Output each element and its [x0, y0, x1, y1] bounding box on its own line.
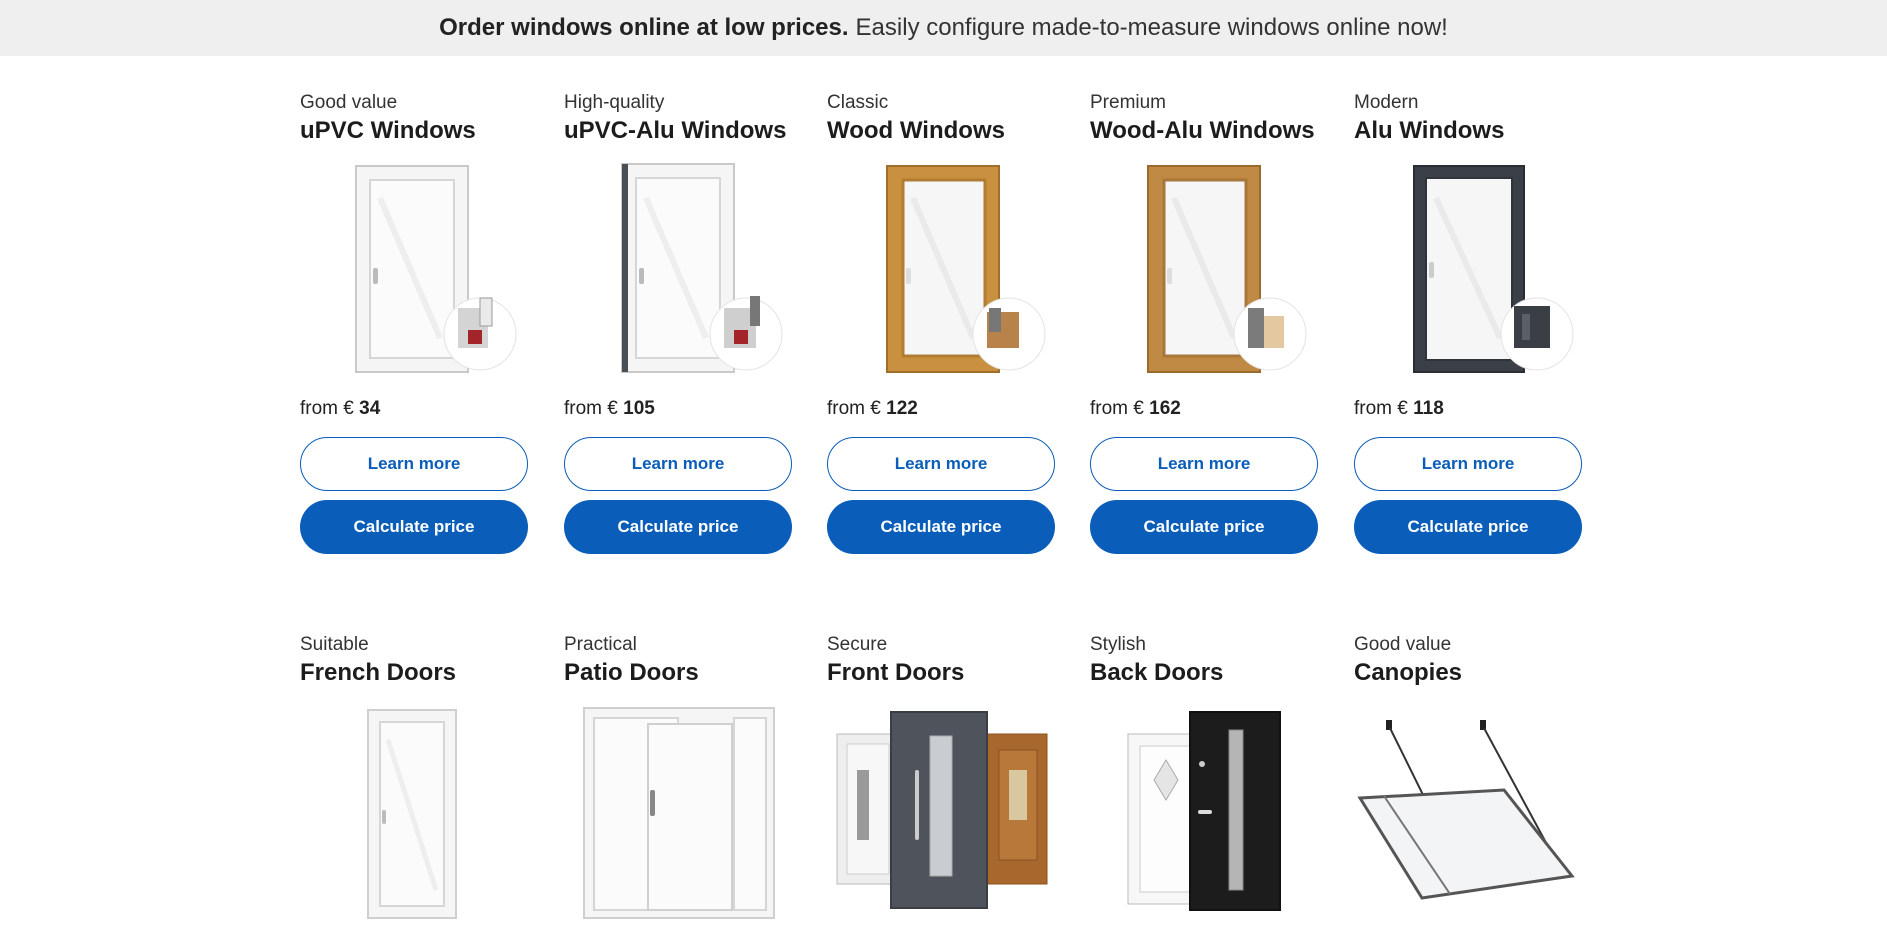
product-price: from € 105 — [564, 398, 655, 419]
calculate-price-button[interactable]: Calculate price — [827, 500, 1055, 554]
patio-door-image[interactable] — [564, 700, 792, 920]
product-subtitle: Classic — [827, 92, 889, 113]
product-card-upvc-windows: Good value uPVC Windows from € 34 Learn … — [300, 92, 528, 554]
canopy-image[interactable] — [1354, 700, 1582, 920]
product-card-patio-doors: Practical Patio Doors — [564, 634, 792, 919]
product-title[interactable]: Back Doors — [1090, 658, 1318, 688]
product-subtitle: Stylish — [1090, 634, 1146, 655]
product-card-french-doors: Suitable French Doors — [300, 634, 528, 919]
product-card-upvc-alu-windows: High-quality uPVC-Alu Windows from € 105… — [564, 92, 792, 554]
upvc-alu-window-image[interactable] — [564, 158, 792, 378]
product-price: from € 122 — [827, 398, 918, 419]
product-title[interactable]: Wood Windows — [827, 116, 1055, 146]
product-subtitle: Practical — [564, 634, 637, 655]
product-price: from € 162 — [1090, 398, 1181, 419]
product-title[interactable]: uPVC Windows — [300, 116, 528, 146]
promo-banner: Order windows online at low prices. Easi… — [0, 0, 1887, 56]
learn-more-button[interactable]: Learn more — [564, 437, 792, 491]
product-subtitle: High-quality — [564, 92, 665, 113]
calculate-price-button[interactable]: Calculate price — [300, 500, 528, 554]
product-title[interactable]: uPVC-Alu Windows — [564, 116, 792, 146]
product-title[interactable]: Wood-Alu Windows — [1090, 116, 1318, 146]
product-title[interactable]: Canopies — [1354, 658, 1582, 688]
product-subtitle: Good value — [1354, 634, 1452, 655]
learn-more-button[interactable]: Learn more — [827, 437, 1055, 491]
product-price: from € 34 — [300, 398, 381, 419]
learn-more-button[interactable]: Learn more — [1090, 437, 1318, 491]
product-subtitle: Good value — [300, 92, 398, 113]
product-subtitle: Modern — [1354, 92, 1419, 113]
wood-window-image[interactable] — [827, 158, 1055, 378]
back-door-image[interactable] — [1090, 700, 1318, 920]
calculate-price-button[interactable]: Calculate price — [1090, 500, 1318, 554]
promo-banner-text: Easily configure made-to-measure windows… — [855, 14, 1448, 41]
product-title[interactable]: Front Doors — [827, 658, 1055, 688]
promo-banner-headline: Order windows online at low prices. — [439, 14, 849, 41]
learn-more-button[interactable]: Learn more — [300, 437, 528, 491]
calculate-price-button[interactable]: Calculate price — [564, 500, 792, 554]
product-card-wood-windows: Classic Wood Windows from € 122 Learn mo… — [827, 92, 1055, 554]
french-door-image[interactable] — [300, 700, 528, 920]
front-door-image[interactable] — [827, 700, 1055, 920]
product-subtitle: Secure — [827, 634, 888, 655]
product-card-front-doors: Secure Front Doors — [827, 634, 1055, 909]
product-card-canopies: Good value Canopies — [1354, 634, 1582, 900]
product-card-wood-alu-windows: Premium Wood-Alu Windows from € 162 Lear… — [1090, 92, 1318, 554]
product-card-back-doors: Stylish Back Doors — [1090, 634, 1318, 911]
learn-more-button[interactable]: Learn more — [1354, 437, 1582, 491]
product-subtitle: Suitable — [300, 634, 369, 655]
upvc-window-image[interactable] — [300, 158, 528, 378]
alu-window-image[interactable] — [1354, 158, 1582, 378]
product-title[interactable]: French Doors — [300, 658, 528, 688]
calculate-price-button[interactable]: Calculate price — [1354, 500, 1582, 554]
product-subtitle: Premium — [1090, 92, 1167, 113]
product-title[interactable]: Alu Windows — [1354, 116, 1582, 146]
product-card-alu-windows: Modern Alu Windows from € 118 Learn more… — [1354, 92, 1582, 554]
product-price: from € 118 — [1354, 398, 1444, 419]
wood-alu-window-image[interactable] — [1090, 158, 1318, 378]
product-title[interactable]: Patio Doors — [564, 658, 792, 688]
